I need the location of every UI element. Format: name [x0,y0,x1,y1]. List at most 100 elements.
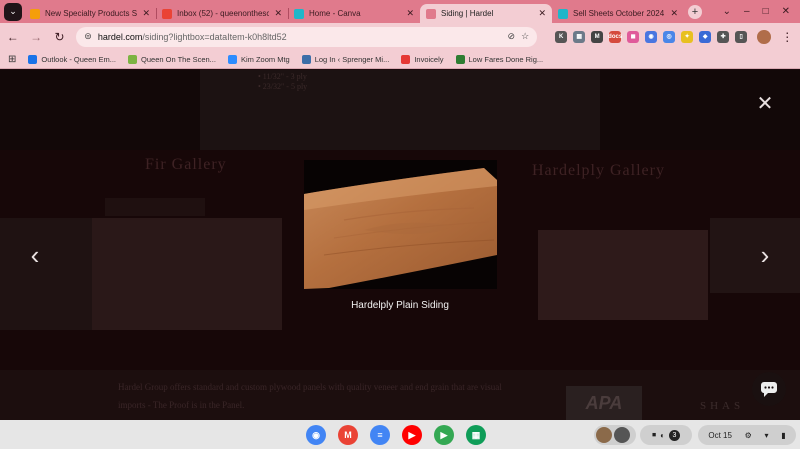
maximize-icon[interactable]: □ [763,6,769,17]
spec-list: • 11/32" - 3 ply • 23/32" - 5 ply [258,72,307,92]
blue-extension-icon[interactable]: ◆ [699,30,712,43]
chrome-extension-icon[interactable]: ◎ [663,30,676,43]
tab-3[interactable]: Siding | Hardel ✕ [420,4,552,23]
tab-label: New Specialty Products Sell [45,9,138,18]
profile-avatar[interactable] [757,29,771,44]
bookmark-favicon-icon [128,54,138,64]
tab-label: Sell Sheets October 2024 Dr [573,9,666,18]
tab-4[interactable]: Sell Sheets October 2024 Dr ✕ [552,4,684,23]
bookmark-item[interactable]: Queen On The Scen... [128,54,216,64]
dnd-icon: ◐ [660,430,665,440]
tab-close-icon[interactable]: ✕ [406,8,414,19]
close-icon[interactable]: ✕ [756,94,774,114]
tab-2[interactable]: Home - Canva ✕ [288,4,420,23]
grid-extension-icon[interactable]: ▦ [573,30,586,43]
gallery-image[interactable] [92,218,282,330]
tab-label: Home - Canva [309,9,361,18]
status-area[interactable]: Oct 15 ⚙ ▾ ▮ [698,425,796,445]
spec-item: • 23/32" - 5 ply [258,82,308,91]
address-bar[interactable]: ⊜ hardel.com/siding?lightbox=dataItem-k0… [76,26,538,47]
bookmark-favicon-icon [301,54,311,64]
settings-icon: ⚙ [744,430,752,440]
sidepanel-extension-icon[interactable]: ▯ [735,30,748,43]
browser-toolbar: ← → ↻ ⊜ hardel.com/siding?lightbox=dataI… [0,23,800,50]
docs-extension-icon[interactable]: docs [608,30,622,43]
gallery-image[interactable] [538,230,708,320]
tab-close-icon[interactable]: ✕ [670,8,678,19]
url-text[interactable]: hardel.com/siding?lightbox=dataItem-k0h8… [98,32,502,42]
tab-close-icon[interactable]: ✕ [274,8,282,19]
bookmark-star-icon[interactable]: ☆ [521,31,529,42]
tab-search-icon[interactable]: ⌄ [4,2,22,21]
tab-label: Inbox (52) - queenonthescen [177,9,270,18]
reload-icon[interactable]: ↻ [53,30,66,44]
sheets-app-icon[interactable]: ▦ [466,425,486,445]
bookmark-list: Outlook - Queen Em... Queen On The Scen..… [28,54,543,64]
tab-close-icon[interactable]: ✕ [538,8,546,19]
site-info-icon[interactable]: ⊜ [84,31,92,42]
os-shelf: ◉ M ≡ ▶ ▶ ▦ ⏹ ◐ 3 Oct 15 ⚙ ▾ ▮ [0,420,800,449]
chrome-app-icon[interactable]: ◉ [306,425,326,445]
chevron-left-icon[interactable]: ‹ [27,242,43,268]
tab-favicon-icon [30,8,40,19]
bookmark-item[interactable]: Log In ‹ Sprenger Mi... [301,54,389,64]
tab-list: New Specialty Products Sell ✕ Inbox (52) -… [24,0,684,23]
spec-item: • 11/32" - 3 ply [258,72,307,81]
minimize-icon[interactable]: – [744,6,750,17]
bookmark-favicon-icon [455,54,465,64]
bookmark-label: Outlook - Queen Em... [41,54,117,64]
tab-favicon-icon [294,8,304,19]
k-extension-icon[interactable]: K [555,30,568,43]
blue-circle-extension-icon[interactable]: ◉ [645,30,658,43]
new-tab-button[interactable]: + [688,4,702,19]
extensions-row: K ▦ Mdocs ◼ ◉ ◎ ✦ ◆ ✚ ▯ [555,30,748,43]
play-store-app-icon[interactable]: ▶ [434,425,454,445]
tab-favicon-icon [558,8,568,19]
docs-app-icon[interactable]: ≡ [370,425,390,445]
date-label: Oct 15 [708,430,732,440]
lightbox-image[interactable] [304,160,497,289]
gallery-image[interactable] [0,218,92,330]
bookmark-item[interactable]: Outlook - Queen Em... [28,54,117,64]
shelf-apps: ◉ M ≡ ▶ ▶ ▦ [306,425,486,445]
notification-tray[interactable]: ⏹ ◐ 3 [640,425,692,445]
about-paragraph: Hardel Group offers standard and custom … [118,382,502,410]
back-arrow-icon[interactable]: ← [6,30,19,44]
bookmark-label: Queen On The Scen... [141,54,216,64]
tab-favicon-icon [162,8,172,19]
gallery-image[interactable] [710,218,800,293]
bookmark-item[interactable]: Invoicely [401,54,444,64]
url-host: hardel.com [97,31,143,42]
stop-icon: ⏹ [652,430,657,439]
siding-panel-image [304,160,497,289]
eye-off-icon[interactable]: ⊘ [508,31,516,42]
lightbulb-extension-icon[interactable]: ✦ [681,30,694,43]
bookmark-item[interactable]: Low Fares Done Rig... [455,54,543,64]
gallery-image[interactable] [105,198,205,216]
more-menu-icon[interactable]: ⋮ [781,30,794,44]
gmail-app-icon[interactable]: M [338,425,358,445]
m-extension-icon[interactable]: M [591,30,604,43]
tab-favicon-icon [426,8,436,19]
dropdown-icon[interactable]: ⌄ [723,6,731,17]
pink-extension-icon[interactable]: ◼ [627,30,640,43]
tab-1[interactable]: Inbox (52) - queenonthescen ✕ [156,4,288,23]
bookmark-label: Invoicely [414,54,444,64]
fir-gallery-heading: Fir Gallery [145,156,227,173]
bookmark-item[interactable]: Kim Zoom Mtg [227,54,290,64]
close-window-icon[interactable]: ✕ [782,6,790,17]
chat-button[interactable] [752,372,786,406]
bookmark-favicon-icon [28,54,38,64]
lightbox-caption: Hardelply Plain Siding [351,300,449,311]
holding-space[interactable] [594,425,636,445]
tab-label: Siding | Hardel [441,9,494,18]
youtube-app-icon[interactable]: ▶ [402,425,422,445]
tab-0[interactable]: New Specialty Products Sell ✕ [24,4,156,23]
tab-close-icon[interactable]: ✕ [142,8,150,19]
apps-grid-icon[interactable]: ⊞ [8,54,16,65]
battery-icon: ▮ [781,430,786,440]
puzzle-extension-icon[interactable]: ✚ [717,30,730,43]
forward-arrow-icon[interactable]: → [29,30,42,44]
notification-badge: 3 [668,429,680,441]
chevron-right-icon[interactable]: › [757,242,773,268]
